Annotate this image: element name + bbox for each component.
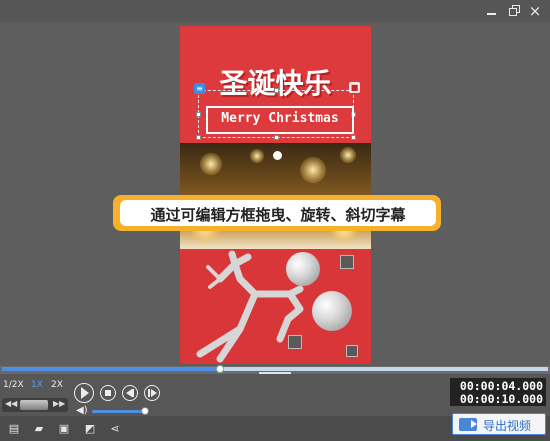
- shuttle-knob[interactable]: [20, 400, 48, 410]
- new-project-icon[interactable]: ▤: [8, 423, 20, 434]
- save-as-icon[interactable]: ◩: [84, 423, 96, 434]
- export-icon: [459, 418, 477, 431]
- share-icon[interactable]: ⋖: [109, 423, 121, 434]
- restore-icon[interactable]: [507, 3, 523, 19]
- speed-2x[interactable]: 2X: [51, 380, 63, 390]
- close-icon[interactable]: ×: [527, 3, 543, 19]
- volume-knob[interactable]: [141, 407, 149, 415]
- title-bar: ×: [0, 0, 550, 22]
- progress-fill: [2, 367, 220, 371]
- preview-area: 圣诞快乐 Merry Christmas ≡ ■ 通过可编辑方框拖曳、旋转、斜切…: [0, 22, 550, 366]
- volume-slider[interactable]: [92, 410, 145, 413]
- shuttle-control[interactable]: ◀◀ ▶▶: [2, 398, 68, 412]
- rewind-icon[interactable]: ◀◀: [5, 399, 17, 408]
- rotate-handle-icon[interactable]: [273, 151, 282, 160]
- minimize-icon[interactable]: [484, 3, 500, 19]
- previous-frame-button[interactable]: [122, 385, 138, 401]
- video-editor-window: × 圣诞快乐 Merry Christmas ≡ ■ 通过可编辑方框拖曳、旋转、…: [0, 0, 550, 441]
- save-icon[interactable]: ▣: [58, 423, 70, 434]
- progress-knob[interactable]: [216, 365, 224, 373]
- speed-half[interactable]: 1/2X: [3, 380, 24, 390]
- stop-button[interactable]: [100, 385, 116, 401]
- speed-selector: 1/2X 1X 2X: [1, 380, 69, 394]
- total-time: 00:00:10.000: [459, 392, 543, 406]
- fast-forward-icon[interactable]: ▶▶: [53, 399, 65, 408]
- tip-banner-text: 通过可编辑方框拖曳、旋转、斜切字幕: [150, 206, 406, 224]
- play-button[interactable]: [74, 383, 94, 403]
- time-display: 00:00:04.000 00:00:10.000: [450, 378, 546, 406]
- next-frame-button[interactable]: [144, 385, 160, 401]
- tip-banner: 通过可编辑方框拖曳、旋转、斜切字幕: [113, 195, 441, 231]
- tip-banner-inner: 通过可编辑方框拖曳、旋转、斜切字幕: [120, 200, 436, 226]
- export-video-button[interactable]: 导出视频: [452, 413, 546, 435]
- progress-remaining: [220, 367, 548, 371]
- volume-icon[interactable]: ◀): [76, 406, 88, 416]
- reindeer-ornaments-photo: [180, 249, 371, 364]
- subtitle-text: Merry Christmas: [221, 111, 339, 126]
- export-video-label: 导出视频: [483, 419, 532, 433]
- layer-list-icon[interactable]: ≡: [194, 83, 205, 94]
- speed-1x[interactable]: 1X: [31, 380, 43, 390]
- delete-icon[interactable]: ■: [349, 82, 360, 93]
- subtitle-frame: Merry Christmas: [206, 106, 354, 134]
- open-folder-icon[interactable]: ▰: [33, 423, 45, 434]
- current-time: 00:00:04.000: [459, 379, 543, 393]
